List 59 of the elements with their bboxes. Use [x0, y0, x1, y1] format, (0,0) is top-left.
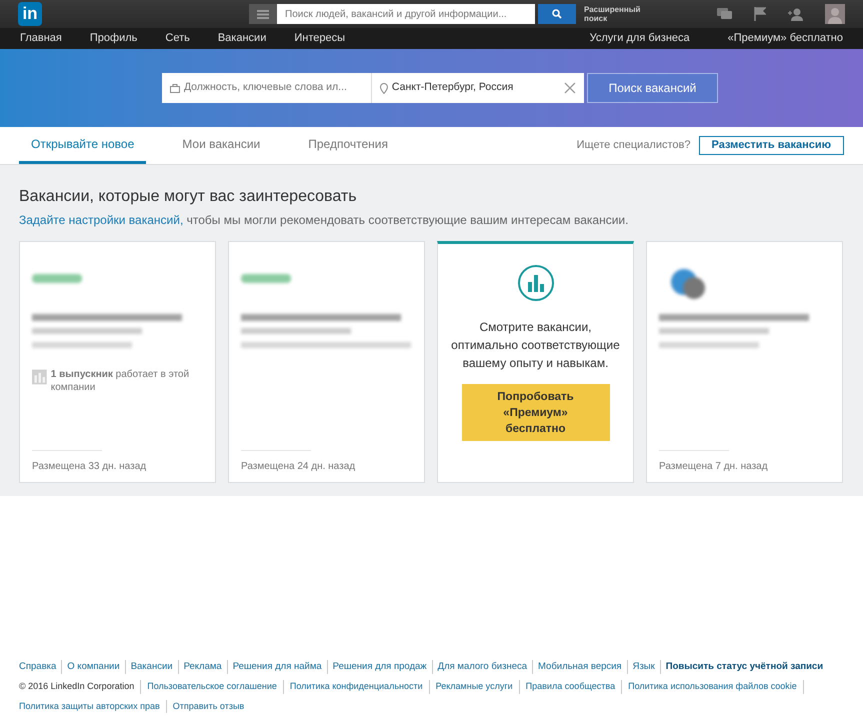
- search-field[interactable]: Поиск людей, вакансий и другой информации...: [277, 4, 535, 24]
- footer-link[interactable]: Пользовательское соглашение: [141, 680, 284, 694]
- footer-link[interactable]: Для малого бизнеса: [432, 660, 534, 674]
- search-icon: [552, 9, 562, 19]
- close-icon[interactable]: [564, 82, 576, 94]
- advanced-search-link[interactable]: Расширенный поиск: [584, 5, 644, 23]
- buildings-icon: [32, 368, 47, 386]
- footer-link[interactable]: О компании: [62, 660, 126, 674]
- footer-link[interactable]: Мобильная версия: [533, 660, 628, 674]
- briefcase-icon: [170, 84, 180, 92]
- nav-link[interactable]: Сеть: [165, 30, 190, 47]
- premium-text: Смотрите вакансии, оптимально соответствующие вашему опыту и навыкам.: [450, 319, 620, 372]
- footer-link[interactable]: Политика конфиденциальности: [284, 680, 430, 694]
- footer-link[interactable]: Решения для найма: [228, 660, 328, 674]
- location-field[interactable]: Санкт-Петербург, Россия: [392, 80, 560, 96]
- copyright: © 2016 LinkedIn Corporation: [19, 680, 142, 694]
- bar-chart-icon: [516, 264, 554, 302]
- nav-link[interactable]: Интересы: [294, 30, 345, 47]
- footer-link[interactable]: Политика защиты авторских прав: [19, 700, 167, 713]
- section-title: Вакансии, которые могут вас заинтересовать: [19, 187, 358, 207]
- footer-link[interactable]: Рекламные услуги: [430, 680, 520, 694]
- keywords-field[interactable]: Должность, ключевые слова ил...: [184, 80, 363, 96]
- logo[interactable]: in: [18, 2, 42, 26]
- job-settings-link[interactable]: Задайте настройки вакансий,: [19, 213, 184, 227]
- try-premium-button[interactable]: Попробовать «Премиум» бесплатно: [462, 384, 610, 441]
- nav-link[interactable]: Услуги для бизнеса: [590, 30, 690, 47]
- posted-date: Размещена 33 дн. назад: [32, 460, 148, 474]
- tab[interactable]: Мои вакансии: [170, 127, 272, 164]
- footer-link[interactable]: Вакансии: [126, 660, 179, 674]
- recruiter-prompt: Ищете специалистов?: [576, 138, 690, 154]
- footer-link[interactable]: Язык: [628, 660, 661, 674]
- search-category-dropdown[interactable]: [249, 4, 277, 24]
- footer-link[interactable]: Повысить статус учётной записи: [660, 660, 824, 674]
- footer-link[interactable]: Справка: [19, 660, 62, 674]
- footer-link[interactable]: Правила сообщества: [520, 680, 622, 694]
- footer-link[interactable]: Политика использования файлов cookie: [622, 680, 804, 694]
- menu-icon: [257, 10, 269, 18]
- add-person-icon[interactable]: [788, 8, 803, 20]
- post-job-button[interactable]: Разместить вакансию: [698, 136, 844, 155]
- search-button[interactable]: [538, 4, 576, 24]
- job-card[interactable]: Размещена 7 дн. назад: [646, 241, 843, 483]
- alumni-note: 1 выпускник работает в этой компании: [50, 368, 190, 394]
- posted-date: Размещена 7 дн. назад: [659, 460, 769, 474]
- search-jobs-button[interactable]: Поиск вакансий: [587, 73, 718, 103]
- tab[interactable]: Предпочтения: [296, 127, 400, 164]
- flag-icon[interactable]: [754, 7, 766, 21]
- nav-link[interactable]: Главная: [20, 30, 62, 47]
- nav-link[interactable]: Профиль: [90, 30, 138, 47]
- messages-icon[interactable]: [717, 8, 732, 20]
- section-description: Задайте настройки вакансий, чтобы мы могли рекомендовать соответствующие вашим интересам вакансии.: [19, 212, 630, 229]
- pin-icon: [380, 82, 388, 94]
- job-card[interactable]: Размещена 24 дн. назад: [228, 241, 425, 483]
- footer-link[interactable]: Реклама: [178, 660, 228, 674]
- job-card[interactable]: 1 выпускник работает в этой компании Размещена 33 дн. назад: [19, 241, 216, 483]
- footer-link[interactable]: Отправить отзыв: [166, 700, 250, 713]
- nav-link[interactable]: «Премиум» бесплатно: [728, 30, 843, 47]
- nav-link[interactable]: Вакансии: [218, 30, 266, 47]
- footer-link[interactable]: Решения для продаж: [328, 660, 433, 674]
- posted-date: Размещена 24 дн. назад: [241, 460, 356, 474]
